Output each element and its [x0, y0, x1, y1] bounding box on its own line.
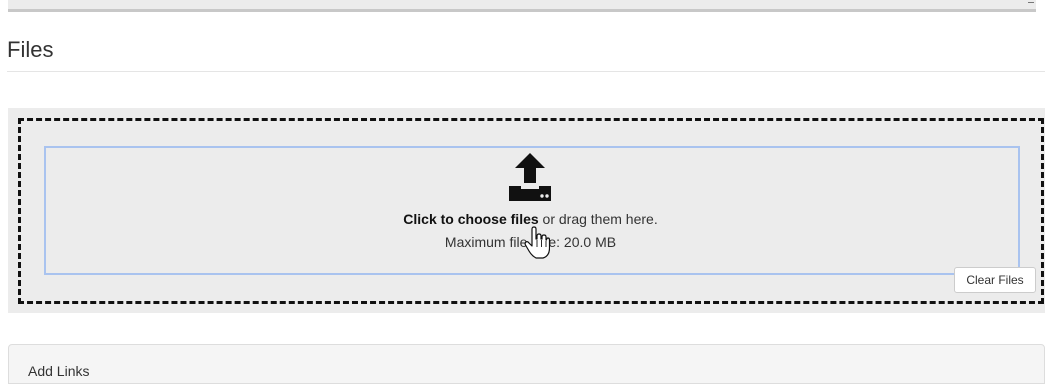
add-links-panel[interactable]: Add Links [8, 344, 1045, 384]
hand-pointer-cursor-icon [524, 226, 550, 259]
section-title: Files [7, 37, 54, 62]
drag-hint-text: or drag them here. [538, 211, 658, 227]
choose-files-link[interactable]: Click to choose files [403, 211, 538, 227]
add-links-heading: Add Links [28, 363, 90, 379]
clear-files-button[interactable]: Clear Files [954, 267, 1036, 293]
section-divider [7, 71, 1045, 72]
upload-icon[interactable] [501, 153, 559, 203]
top-panel-edge [8, 0, 1036, 12]
dropzone-instructions[interactable]: Click to choose files or drag them here. [0, 211, 1045, 227]
max-file-size-text: Maximum file size: 20.0 MB [444, 234, 617, 250]
panel-edge-tick [1028, 2, 1034, 3]
